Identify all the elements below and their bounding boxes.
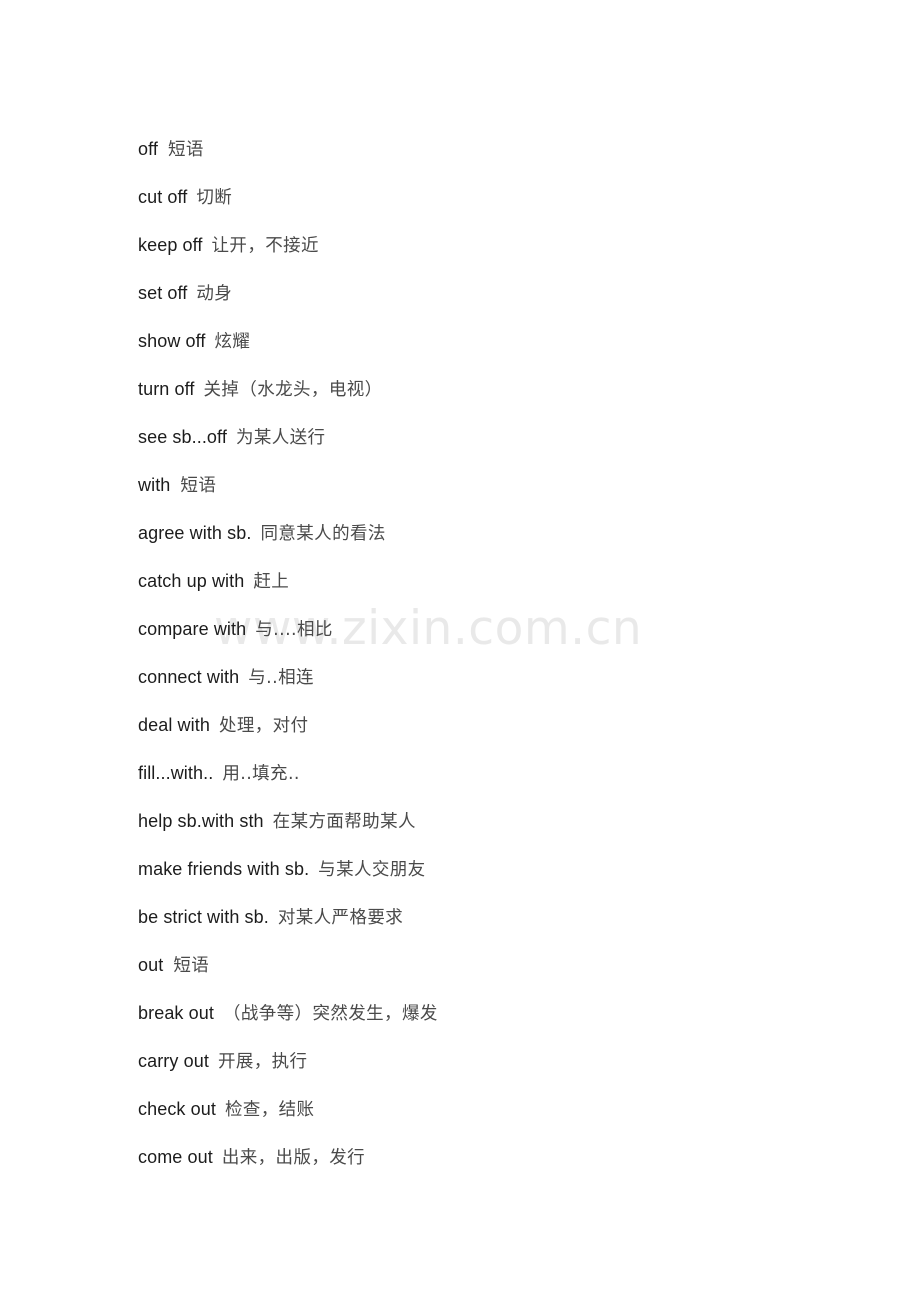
phrase-term: carry out [138,1051,209,1071]
phrase-gloss: 短语 [173,956,210,976]
phrase-gloss: 与某人交朋友 [318,860,426,880]
phrase-entry: be strict with sb. 对某人严格要求 [138,893,920,941]
phrase-gloss: 开展，执行 [217,1052,308,1072]
phrase-entry: deal with 处理，对付 [138,701,920,749]
phrase-term: catch up with [138,571,245,591]
phrase-entry: set off 动身 [138,269,920,317]
phrase-gloss: 用..填充.. [222,764,300,784]
phrase-gloss: （战争等）突然发生，爆发 [222,1004,438,1024]
phrase-section-heading: off 短语 [138,125,920,173]
phrase-entry: keep off 让开，不接近 [138,221,920,269]
phrase-gloss: 让开，不接近 [211,236,319,256]
phrase-entry: show off 炫耀 [138,317,920,365]
phrase-entry: help sb.with sth 在某方面帮助某人 [138,797,920,845]
phrase-gloss: 与..相连 [248,668,314,688]
phrase-term: connect with [138,667,240,687]
phrase-section-heading: with 短语 [138,461,920,509]
phrase-gloss: 处理，对付 [218,716,309,736]
phrase-gloss: 出来，出版，发行 [221,1148,366,1168]
phrase-term: deal with [138,715,210,735]
phrase-entry: carry out 开展，执行 [138,1037,920,1085]
phrase-gloss: 短语 [168,140,204,160]
phrase-gloss: 赶上 [253,572,290,592]
phrase-term: compare with [138,619,247,639]
phrase-term: with [138,475,171,495]
phrase-term: agree with sb. [138,523,252,543]
phrase-entry: agree with sb. 同意某人的看法 [138,509,920,557]
phrase-entry: see sb...off 为某人送行 [138,413,920,461]
phrase-term: keep off [138,235,203,255]
phrase-gloss: 动身 [196,284,233,304]
phrase-term: help sb.with sth [138,811,264,831]
phrase-term: show off [138,331,206,351]
phrase-term: out [138,955,164,975]
phrase-term: see sb...off [138,427,227,447]
phrase-entry: compare with 与....相比 [138,605,920,653]
phrase-term: fill...with.. [138,763,214,783]
phrase-entry: turn off 关掉（水龙头，电视） [138,365,920,413]
phrase-term: off [138,139,158,159]
phrase-gloss: 为某人送行 [235,428,326,448]
phrase-term: turn off [138,379,195,399]
phrase-term: set off [138,283,188,303]
phrase-entry: connect with 与..相连 [138,653,920,701]
phrase-entry: catch up with 赶上 [138,557,920,605]
phrase-entry: fill...with.. 用..填充.. [138,749,920,797]
phrase-term: check out [138,1099,216,1119]
phrase-gloss: 与....相比 [255,620,333,640]
phrase-gloss: 同意某人的看法 [260,524,386,544]
phrase-entry: come out 出来，出版，发行 [138,1133,920,1181]
phrase-gloss: 对某人严格要求 [277,908,404,928]
document-page: www.zixin.com.cn off 短语 cut off 切断 keep off 让… [0,0,920,1302]
phrase-gloss: 短语 [180,476,217,496]
phrase-term: be strict with sb. [138,907,269,927]
phrase-term: cut off [138,187,188,207]
phrase-term: break out [138,1003,214,1023]
phrase-entry: make friends with sb. 与某人交朋友 [138,845,920,893]
phrase-section-heading: out 短语 [138,941,920,989]
phrase-gloss: 关掉（水龙头，电视） [203,380,383,400]
phrase-gloss: 在某方面帮助某人 [272,812,416,832]
phrase-term: make friends with sb. [138,859,310,879]
phrase-entry-list: off 短语 cut off 切断 keep off 让开，不接近 set off 动身 sho… [138,125,920,1181]
phrase-gloss: 检查，结账 [224,1100,315,1120]
phrase-entry: cut off 切断 [138,173,920,221]
phrase-gloss: 炫耀 [214,332,251,352]
phrase-gloss: 切断 [196,188,233,208]
phrase-entry: check out 检查，结账 [138,1085,920,1133]
phrase-term: come out [138,1147,213,1167]
phrase-entry: break out （战争等）突然发生，爆发 [138,989,920,1037]
